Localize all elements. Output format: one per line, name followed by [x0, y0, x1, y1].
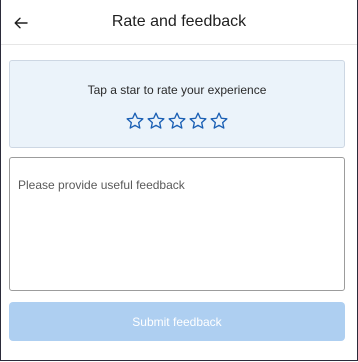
star-2-icon[interactable]	[146, 111, 166, 131]
star-5-icon[interactable]	[209, 111, 229, 131]
app-window: Rate and feedback Tap a star to rate you…	[0, 0, 358, 361]
submit-feedback-button[interactable]: Submit feedback	[9, 302, 345, 341]
star-1-icon[interactable]	[125, 111, 145, 131]
star-3-icon[interactable]	[167, 111, 187, 131]
feedback-textarea[interactable]	[9, 157, 345, 291]
star-4-icon[interactable]	[188, 111, 208, 131]
app-header: Rate and feedback	[1, 0, 357, 45]
rating-prompt: Tap a star to rate your experience	[87, 83, 267, 97]
page-title: Rate and feedback	[111, 13, 247, 30]
rating-card: Tap a star to rate your experience	[9, 60, 345, 148]
star-rating[interactable]	[10, 111, 344, 131]
